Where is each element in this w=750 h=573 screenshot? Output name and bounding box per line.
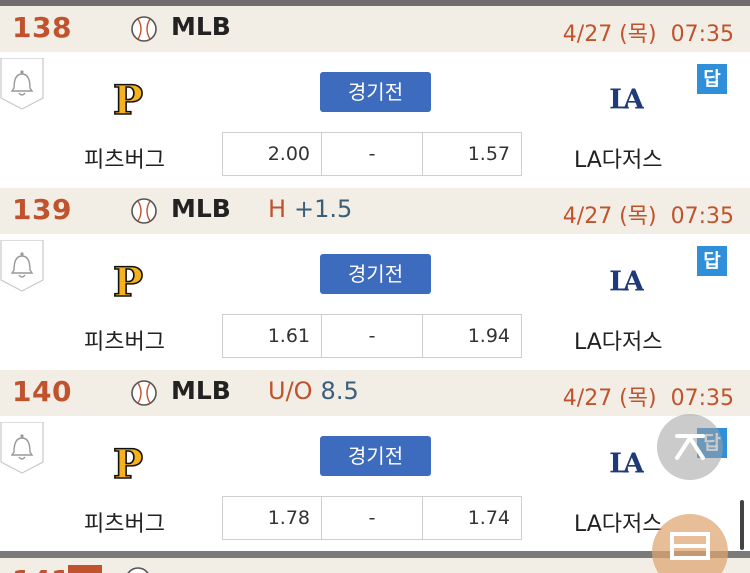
game-status-button[interactable]: 경기전 [320,72,431,112]
menu-list-icon [670,532,710,560]
game-card: 140 MLB U/O8.5 4/27 (목) 07:35 P LA 경기전 답… [0,370,750,552]
handicap-value: 8.5 [320,377,359,405]
game-datetime: 4/27 (목) 07:35 [563,380,734,412]
league-label: MLB [171,12,231,41]
draw-odds-button[interactable]: - [321,314,423,358]
scroll-top-icon [675,434,705,460]
game-body: P LA 경기전 답 피츠버그 1.61 - 1.94 LA다저스 [0,234,750,370]
away-odds-button[interactable]: 1.74 [422,496,522,540]
game-time: 07:35 [670,22,734,47]
game-header: 140 MLB U/O 8.5 4/27 (목) 07:35 [0,370,750,416]
scrollbar[interactable] [740,500,744,550]
next-game-header: 141 [0,558,750,573]
away-logo-text: LA [609,448,644,480]
away-odds-button[interactable]: 1.57 [422,132,522,176]
reply-badge[interactable]: 답 [697,246,727,276]
dodgers-logo-icon: LA [609,448,644,480]
home-team-name: 피츠버그 [84,148,165,173]
game-number: 141 [12,564,70,573]
league-label: MLB [171,194,231,223]
game-card: 138 MLB 4/27 (목) 07:35 P LA 경기전 답 피츠버그 2… [0,6,750,188]
scroll-top-button[interactable] [657,414,723,480]
pirates-logo-icon: P [112,76,144,120]
baseball-icon [127,567,149,573]
home-team-name: 피츠버그 [84,330,165,355]
game-date: 4/27 (목) [562,386,657,411]
home-odds-button[interactable]: 2.00 [222,132,322,176]
away-logo-text: LA [609,266,644,298]
away-team-name: LA다저스 [574,148,663,173]
baseball-icon [131,380,157,406]
game-date: 4/27 (목) [562,22,657,47]
handicap-type: U/O [268,377,313,405]
away-logo-text: LA [609,84,644,116]
game-time: 07:35 [670,386,734,411]
handicap-label: U/O 8.5 [268,377,359,405]
game-body: P LA 경기전 답 피츠버그 1.78 - 1.74 LA다저스 [0,416,750,552]
game-card: 139 MLB H +1.5 4/27 (목) 07:35 P LA 경기전 답 … [0,188,750,370]
dodgers-logo-icon: LA [609,266,644,298]
bell-icon[interactable] [0,240,44,292]
game-number: 138 [12,11,72,44]
section-divider [0,551,750,558]
bell-icon[interactable] [0,422,44,474]
game-number: 139 [12,193,72,226]
game-number: 140 [12,375,72,408]
baseball-icon [131,16,157,42]
away-odds-button[interactable]: 1.94 [422,314,522,358]
game-date: 4/27 (목) [562,204,657,229]
baseball-icon [131,198,157,224]
home-logo-text: P [113,77,143,120]
home-odds-button[interactable]: 1.61 [222,314,322,358]
game-status-button[interactable]: 경기전 [320,436,431,476]
game-header: 139 MLB H +1.5 4/27 (목) 07:35 [0,188,750,234]
handicap-value: +1.5 [294,195,353,223]
home-team-name: 피츠버그 [84,512,165,537]
handicap-label: H +1.5 [268,195,352,223]
handicap-type: H [268,195,287,223]
menu-button[interactable] [652,514,728,573]
pirates-logo-icon: P [112,440,144,484]
pirates-logo-icon: P [112,258,144,302]
handicap-label [268,13,276,41]
draw-odds-button[interactable]: - [321,132,423,176]
game-body: P LA 경기전 답 피츠버그 2.00 - 1.57 LA다저스 [0,52,750,188]
game-time: 07:35 [670,204,734,229]
home-odds-button[interactable]: 1.78 [222,496,322,540]
league-label: MLB [171,376,231,405]
game-header: 138 MLB 4/27 (목) 07:35 [0,6,750,52]
home-logo-text: P [113,441,143,484]
reply-badge[interactable]: 답 [697,64,727,94]
game-status-button[interactable]: 경기전 [320,254,431,294]
bell-icon[interactable] [0,58,44,110]
draw-odds-button[interactable]: - [321,496,423,540]
game-datetime: 4/27 (목) 07:35 [563,198,734,230]
game-datetime: 4/27 (목) 07:35 [563,16,734,48]
home-logo-text: P [113,259,143,302]
badge-icon [68,565,102,573]
away-team-name: LA다저스 [574,330,663,355]
away-team-name: LA다저스 [574,512,663,537]
dodgers-logo-icon: LA [609,84,644,116]
